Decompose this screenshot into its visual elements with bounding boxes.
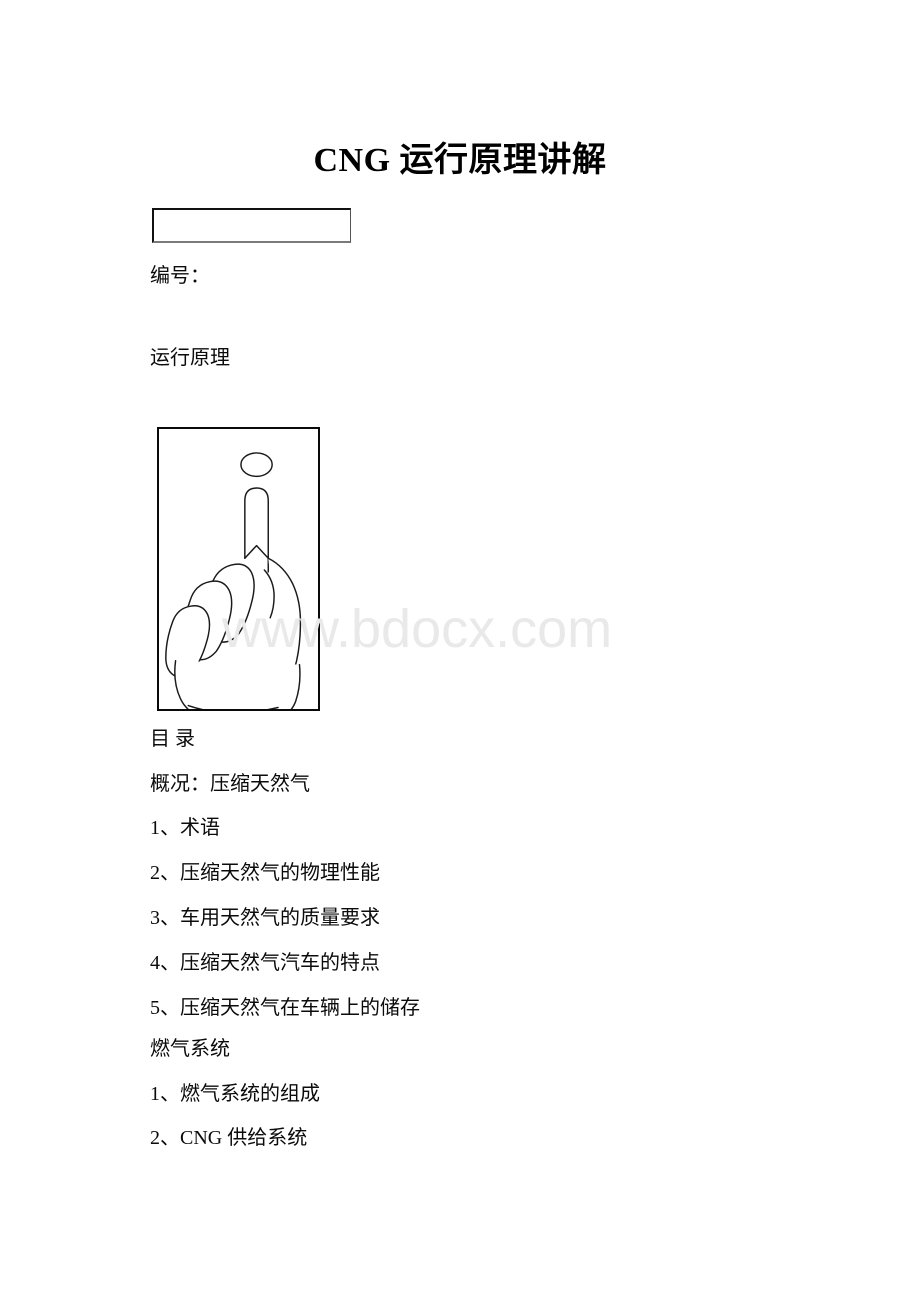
toc-item-2[interactable]: 2、压缩天然气的物理性能 [150,859,380,887]
pointing-hand-icon [165,452,302,709]
toc-section2-item-1[interactable]: 1、燃气系统的组成 [150,1080,320,1108]
number-label: 编号： [150,265,210,287]
empty-form-box[interactable] [152,208,351,243]
toc-item-4[interactable]: 4、压缩天然气汽车的特点 [150,949,380,977]
toc-item-5[interactable]: 5、压缩天然气在车辆上的储存 [150,994,420,1022]
figure-frame [157,427,320,711]
toc-item-1[interactable]: 1、术语 [150,814,220,842]
toc-overview: 概况：压缩天然气 [150,773,310,795]
toc-item-3[interactable]: 3、车用天然气的质量要求 [150,904,380,932]
toc-section-heading-gas-system: 燃气系统 [150,1038,230,1060]
document-page: CNG 运行原理讲解 编号： 运行原理 www.bdocx.com 目 录 概况… [0,0,920,1302]
page-title: CNG 运行原理讲解 [313,142,607,179]
toc-section2-item-2[interactable]: 2、CNG 供给系统 [150,1124,307,1152]
toc-heading: 目 录 [150,728,195,750]
section-heading-operating-principle: 运行原理 [150,347,230,369]
